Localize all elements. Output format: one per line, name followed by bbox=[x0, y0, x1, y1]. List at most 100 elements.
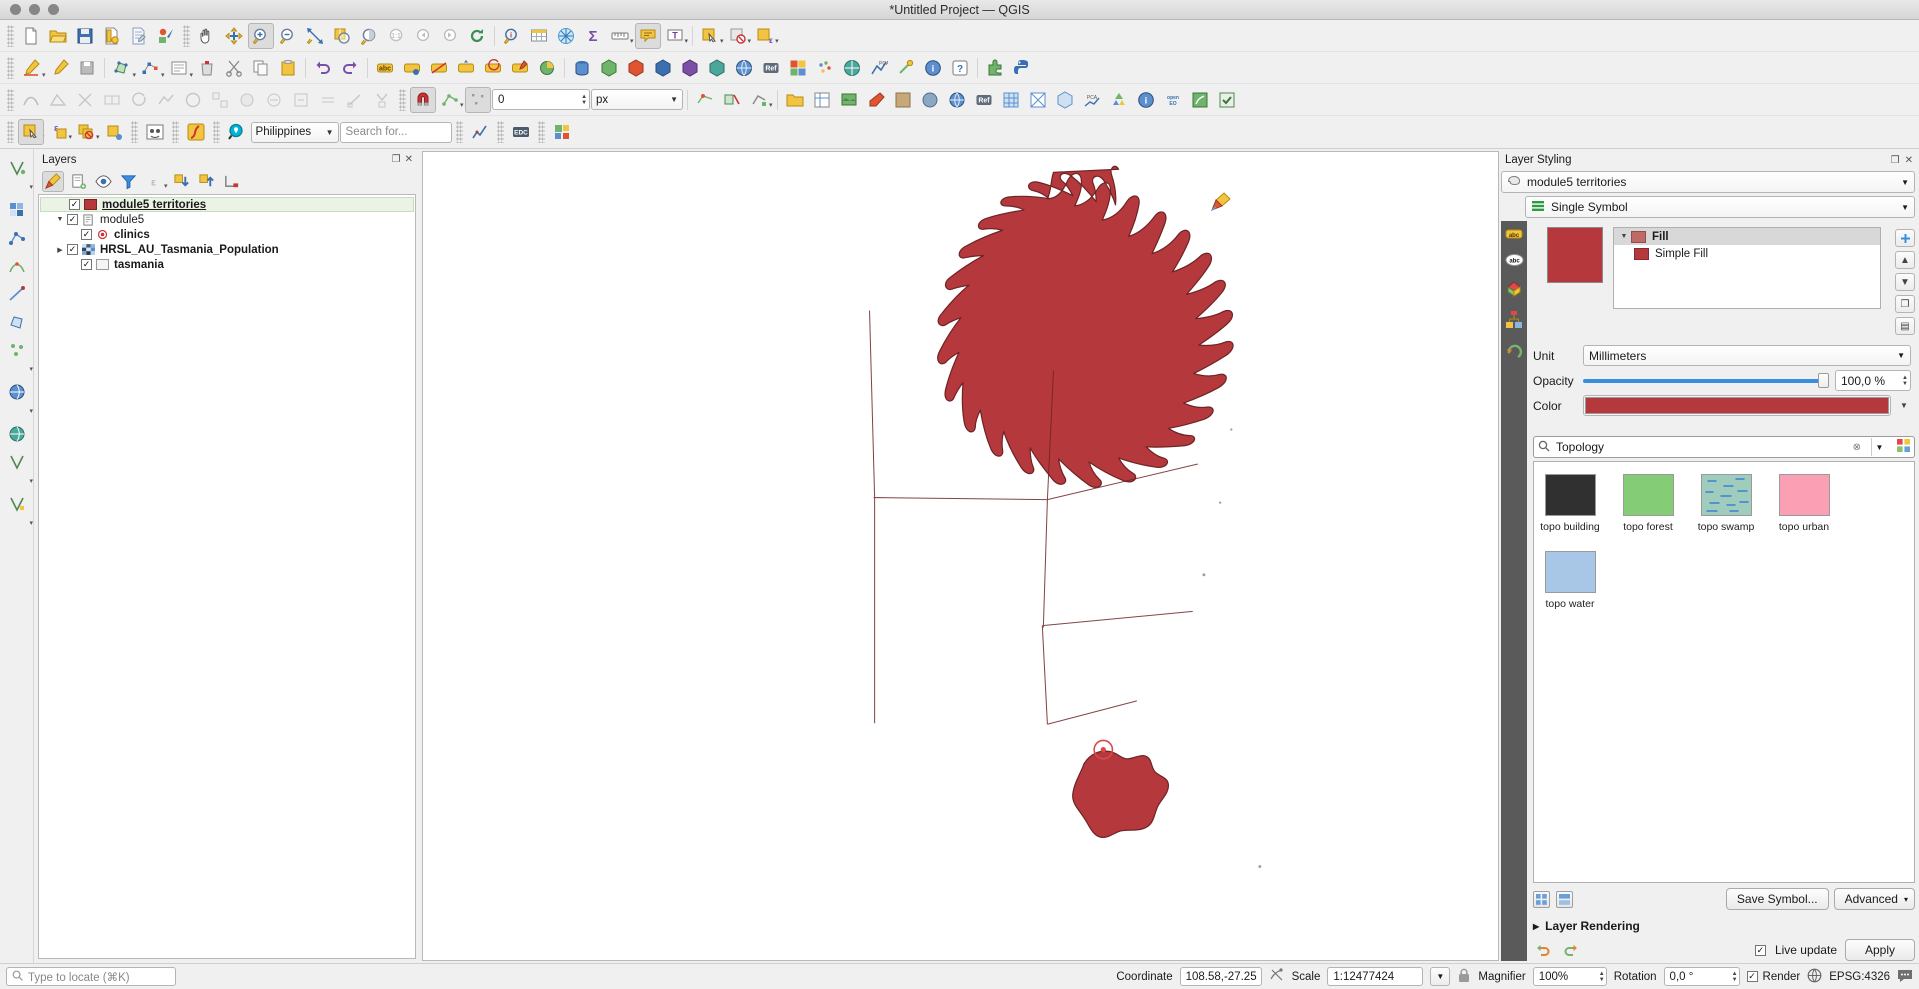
duplicate-symbol-layer-button[interactable]: ❐ bbox=[1895, 295, 1915, 313]
toolbar-grip[interactable] bbox=[496, 121, 504, 143]
help-icon[interactable]: ? bbox=[947, 55, 973, 81]
manage-map-themes-icon[interactable] bbox=[92, 171, 114, 192]
render-checkbox-group[interactable]: ✓ Render bbox=[1746, 971, 1800, 983]
select-expression-group-2[interactable]: ε ▾ bbox=[46, 119, 73, 145]
add-mesh-layer-icon[interactable] bbox=[677, 55, 703, 81]
snapping-type-group[interactable]: ▾ bbox=[464, 86, 491, 113]
new-text-annotation-icon[interactable]: T bbox=[662, 23, 688, 49]
styles-icon[interactable] bbox=[863, 87, 889, 113]
symbol-tree-row-simple-fill[interactable]: Simple Fill bbox=[1614, 245, 1880, 262]
data-plotly-icon[interactable] bbox=[467, 119, 493, 145]
dem-icon[interactable] bbox=[890, 87, 916, 113]
zoom-next-icon[interactable] bbox=[437, 23, 463, 49]
expand-twisty[interactable]: ▶ bbox=[53, 246, 67, 254]
apply-button[interactable]: Apply bbox=[1845, 939, 1915, 961]
rotation-input[interactable]: 0,0 ° ▲ ▼ bbox=[1663, 967, 1740, 986]
message-log-icon[interactable] bbox=[1897, 968, 1913, 986]
layer-visibility-checkbox[interactable]: ✓ bbox=[81, 229, 92, 240]
add-delimited-text-icon[interactable] bbox=[704, 55, 730, 81]
style-manager-icon[interactable] bbox=[153, 23, 179, 49]
label-icon[interactable]: abc bbox=[372, 55, 398, 81]
reverse-line-icon[interactable] bbox=[315, 87, 341, 113]
labels-tab-icon[interactable]: abc bbox=[1505, 227, 1524, 244]
open-field-calculator-icon[interactable] bbox=[782, 87, 808, 113]
geocoder-search-input[interactable]: Search for... bbox=[339, 121, 452, 143]
toolbar-grip[interactable] bbox=[399, 88, 406, 111]
zoom-to-layer-icon[interactable] bbox=[356, 23, 382, 49]
live-update-checkbox-group[interactable]: ✓ Live update bbox=[1754, 943, 1837, 957]
line-tool-icon[interactable] bbox=[4, 281, 30, 307]
vector-geometry-icon[interactable] bbox=[4, 155, 30, 181]
crs-label[interactable]: EPSG:4326 bbox=[1829, 971, 1890, 983]
toolbar-grip[interactable] bbox=[455, 121, 463, 143]
rotation-stepper[interactable]: ▲ ▼ bbox=[1724, 971, 1738, 983]
filter-legend-expression-icon[interactable]: ε bbox=[142, 171, 164, 192]
recycle-icon[interactable] bbox=[1106, 87, 1132, 113]
offset-curve-icon[interactable] bbox=[18, 87, 44, 113]
unit-combo[interactable]: Millimeters ▼ bbox=[1583, 345, 1911, 366]
symbol-item-topo-forest[interactable]: topo forest bbox=[1622, 474, 1674, 533]
magnifier-input[interactable]: 100% ▲ ▼ bbox=[1532, 967, 1607, 986]
vector-overlay-icon[interactable] bbox=[4, 449, 30, 475]
undock-panel-icon[interactable]: ❐ bbox=[1891, 155, 1900, 166]
qgis2web-icon[interactable] bbox=[549, 119, 575, 145]
opacity-stepper[interactable]: ▲ ▼ bbox=[1894, 375, 1908, 387]
deselect-features-icon[interactable] bbox=[725, 23, 751, 49]
undo-icon[interactable] bbox=[310, 55, 336, 81]
add-wms-layer-icon[interactable] bbox=[731, 55, 757, 81]
new-geopackage-icon[interactable] bbox=[623, 55, 649, 81]
add-vector-tile-icon[interactable] bbox=[785, 55, 811, 81]
collapse-twisty[interactable]: ▼ bbox=[53, 216, 67, 223]
geometry-mask-icon[interactable] bbox=[142, 119, 168, 145]
merge-features-icon[interactable] bbox=[99, 87, 125, 113]
grid-view-button[interactable] bbox=[1533, 890, 1550, 908]
select-by-expression-icon[interactable]: ε bbox=[46, 119, 72, 145]
network-analysis-icon[interactable] bbox=[4, 225, 30, 251]
show-hide-labels-icon[interactable] bbox=[426, 55, 452, 81]
move-label-icon[interactable] bbox=[453, 55, 479, 81]
new-project-icon[interactable] bbox=[18, 23, 44, 49]
save-project-icon[interactable] bbox=[72, 23, 98, 49]
interpolation-icon[interactable] bbox=[4, 253, 30, 279]
snapping-tolerance-input[interactable]: 0 ▲ ▼ bbox=[492, 89, 591, 110]
open-project-icon[interactable] bbox=[45, 23, 71, 49]
collapse-twisty[interactable]: ▼ bbox=[1617, 233, 1631, 240]
raster-calculator-icon[interactable] bbox=[809, 87, 835, 113]
history-tab-icon[interactable] bbox=[1505, 341, 1524, 361]
color-button[interactable] bbox=[1583, 395, 1891, 416]
mesh-grid-icon[interactable] bbox=[1025, 87, 1051, 113]
identify-features-icon[interactable]: i bbox=[499, 23, 525, 49]
opacity-slider[interactable] bbox=[1583, 370, 1829, 391]
zoom-to-selection-icon[interactable] bbox=[329, 23, 355, 49]
chevron-down-icon[interactable]: ▾ bbox=[29, 183, 33, 195]
chevron-down-icon[interactable]: ▾ bbox=[29, 519, 33, 531]
enable-snapping-icon[interactable] bbox=[410, 86, 436, 113]
snapping-mode-group[interactable]: ▾ bbox=[437, 87, 464, 113]
select-expression-group[interactable]: ε ▾ bbox=[752, 23, 779, 49]
deselect-all-icon[interactable] bbox=[73, 119, 99, 145]
road-network-icon[interactable] bbox=[183, 119, 209, 145]
3d-view-tab-icon[interactable] bbox=[1505, 279, 1524, 301]
avoid-overlap-icon[interactable] bbox=[719, 87, 745, 113]
coordinate-input[interactable]: 108.58,-27.25 bbox=[1179, 967, 1262, 986]
simplify-feature-icon[interactable] bbox=[153, 87, 179, 113]
toolbar-grip[interactable] bbox=[212, 121, 220, 143]
zoom-full-icon[interactable] bbox=[302, 23, 328, 49]
geometry-checker-icon[interactable] bbox=[1214, 87, 1240, 113]
select-by-expression-icon[interactable]: ε bbox=[752, 23, 778, 49]
delete-selected-icon[interactable] bbox=[194, 55, 220, 81]
vertex-down-icon[interactable] bbox=[369, 87, 395, 113]
paste-features-icon[interactable] bbox=[275, 55, 301, 81]
sample-points-icon[interactable] bbox=[4, 337, 30, 363]
magnifier-stepper[interactable]: ▲ ▼ bbox=[1591, 971, 1605, 983]
trim-extend-icon[interactable] bbox=[342, 87, 368, 113]
select-features-icon[interactable] bbox=[697, 23, 723, 49]
snap-self-icon[interactable] bbox=[746, 87, 772, 113]
measure-line-icon[interactable] bbox=[607, 23, 633, 49]
pca-tool-icon[interactable]: PCA bbox=[1079, 87, 1105, 113]
metadata-icon[interactable]: i bbox=[920, 55, 946, 81]
symbol-layer-tree[interactable]: ▼ Fill Simple Fill bbox=[1613, 227, 1881, 309]
crs-globe-icon[interactable] bbox=[1807, 968, 1822, 986]
select-features-by-area-icon[interactable] bbox=[18, 119, 44, 145]
pca-icon[interactable]: PCA bbox=[866, 55, 892, 81]
